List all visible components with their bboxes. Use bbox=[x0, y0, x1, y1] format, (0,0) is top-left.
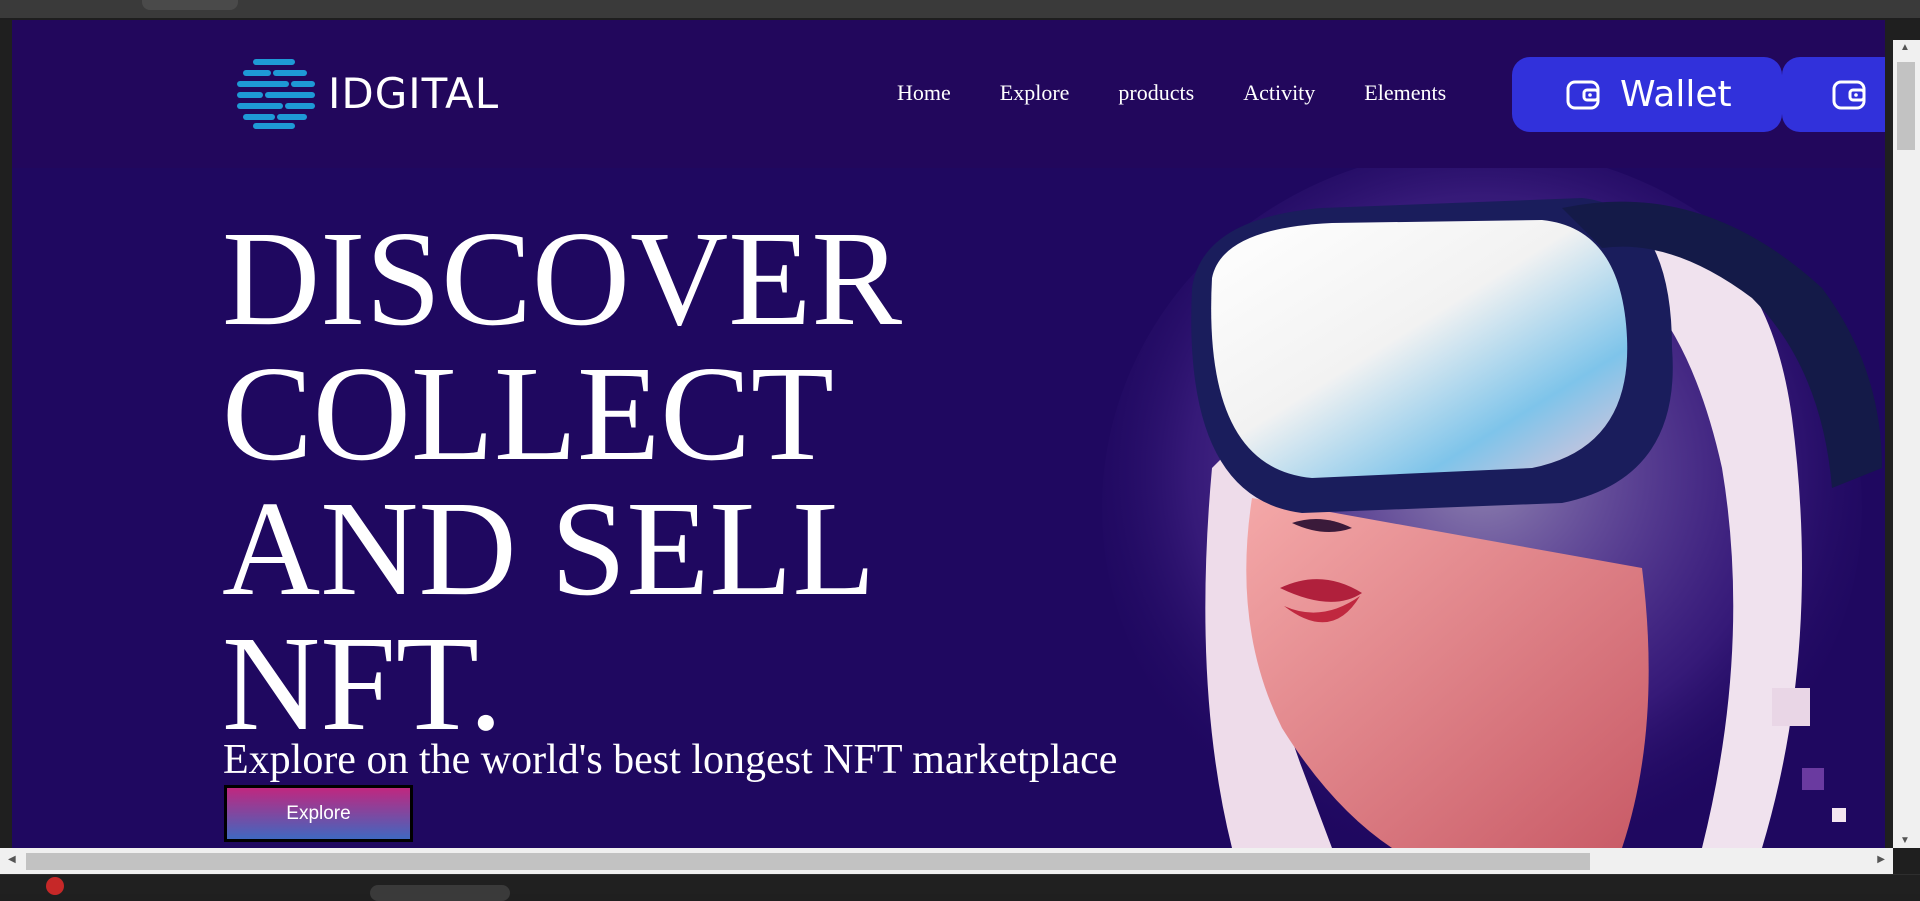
wallet-button-duplicate[interactable] bbox=[1782, 57, 1885, 132]
wallet-icon bbox=[1566, 80, 1600, 109]
nav-link-activity[interactable]: Activity bbox=[1243, 80, 1315, 106]
page-viewport: IDGITAL Home Explore products Activity E… bbox=[12, 20, 1885, 848]
navbar: IDGITAL Home Explore products Activity E… bbox=[12, 20, 1885, 168]
logo-icon bbox=[237, 59, 315, 129]
horizontal-scrollbar-thumb[interactable] bbox=[26, 853, 1590, 870]
nav-link-home[interactable]: Home bbox=[897, 80, 951, 106]
vertical-scrollbar-thumb[interactable] bbox=[1897, 62, 1915, 150]
hero-section: DISCOVER COLLECT AND SELL NFT. Explore o… bbox=[12, 168, 1885, 848]
headline-line: DISCOVER bbox=[222, 204, 903, 354]
scroll-up-icon[interactable]: ▲ bbox=[1900, 42, 1910, 53]
headline-line: AND SELL bbox=[222, 474, 876, 624]
vertical-scrollbar[interactable]: ▲ ▼ bbox=[1893, 40, 1920, 848]
nav-link-explore[interactable]: Explore bbox=[1000, 80, 1070, 106]
wallet-icon bbox=[1832, 80, 1866, 109]
hero-subline: Explore on the world's best longest NFT … bbox=[223, 737, 1118, 783]
main-nav: Home Explore products Activity Elements bbox=[897, 80, 1495, 106]
scroll-right-icon[interactable]: ▶ bbox=[1877, 854, 1885, 865]
headline-line: COLLECT bbox=[222, 339, 834, 489]
nav-link-elements[interactable]: Elements bbox=[1364, 80, 1446, 106]
os-taskbar bbox=[0, 874, 1920, 901]
wallet-button-label: Wallet bbox=[1620, 74, 1732, 115]
logo[interactable]: IDGITAL bbox=[236, 56, 499, 130]
headline-line: NFT. bbox=[222, 609, 503, 759]
browser-tab[interactable] bbox=[142, 0, 238, 10]
hero-headline: DISCOVER COLLECT AND SELL NFT. bbox=[222, 204, 903, 759]
horizontal-scrollbar[interactable]: ◀ ▶ bbox=[0, 848, 1893, 874]
nav-link-products[interactable]: products bbox=[1118, 80, 1194, 106]
wallet-button[interactable]: Wallet bbox=[1512, 57, 1782, 132]
browser-toolbar bbox=[0, 0, 1920, 20]
vr-headset-woman-illustration bbox=[1102, 168, 1882, 848]
brand-name: IDGITAL bbox=[328, 68, 500, 118]
explore-button[interactable]: Explore bbox=[224, 785, 413, 842]
scroll-left-icon[interactable]: ◀ bbox=[8, 854, 16, 865]
taskbar-search[interactable] bbox=[370, 885, 510, 901]
notification-badge-icon[interactable] bbox=[46, 877, 64, 895]
scroll-down-icon[interactable]: ▼ bbox=[1900, 835, 1910, 846]
